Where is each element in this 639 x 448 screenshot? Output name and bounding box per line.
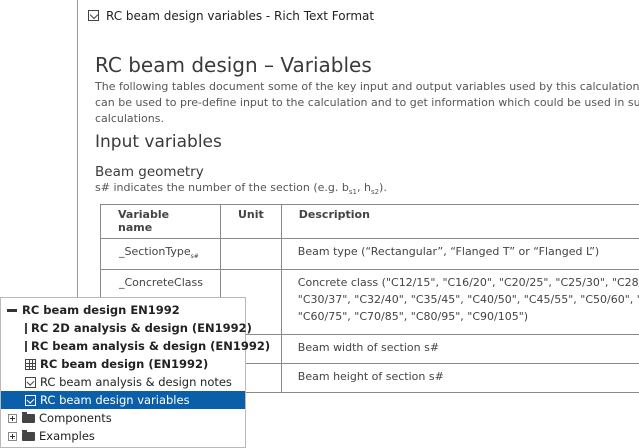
subsection-heading: Beam geometry	[95, 164, 204, 180]
description-line: Beam width of section s#	[297, 341, 440, 355]
calculation-tree: RC beam design EN1992 RC 2D analysis & d…	[0, 297, 270, 448]
document-icon	[25, 394, 36, 406]
intro-line: can be used to pre-define input to the c…	[95, 96, 639, 109]
variable-name-cell: _SectionTypes#	[100, 237, 221, 271]
folder-icon	[22, 411, 35, 423]
tree-folder-label: Components	[39, 411, 112, 425]
tree-item-rc-beam-design-variables[interactable]: RC beam design variables	[1, 391, 245, 409]
tree-item-rc-beam-notes[interactable]: RC beam analysis & design notes	[1, 373, 245, 391]
tree-item-label: RC 2D analysis & design (EN1992)	[31, 321, 252, 335]
variable-name: _SectionType	[119, 245, 191, 258]
tree-root-label: RC beam design EN1992	[22, 303, 180, 317]
tree-item-label: RC beam analysis & design (EN1992)	[31, 339, 271, 353]
description-cell: Beam width of section s#	[280, 334, 639, 365]
intro-paragraph: The following tables document some of th…	[95, 79, 639, 127]
collapse-icon[interactable]	[6, 306, 20, 315]
window-titlebar[interactable]: RC beam design variables - Rich Text For…	[78, 0, 639, 31]
tree-item-rc-beam-analysis-design[interactable]: RC beam analysis & design (EN1992)	[1, 337, 270, 355]
tree-folder-components[interactable]: Components	[1, 409, 245, 427]
section-note: s# indicates the number of the section (…	[95, 181, 387, 196]
expand-icon[interactable]	[8, 431, 17, 441]
column-header: Variable name	[100, 204, 221, 239]
document-icon	[88, 10, 99, 21]
table-row: _SectionTypes# Beam type (“Rectangular”,…	[100, 237, 639, 271]
unit-cell	[220, 237, 282, 271]
folder-icon	[22, 429, 35, 441]
tree-item-label: RC beam design variables	[40, 393, 190, 407]
description-line: "C30/37", "C32/40", "C35/45", "C40/50", …	[297, 293, 639, 307]
grid-icon	[25, 340, 27, 352]
document-heading: RC beam design – Variables	[95, 53, 372, 77]
tree-item-label: RC beam design (EN1992)	[40, 357, 209, 371]
description-line: Concrete class ("C12/15", "C16/20", "C20…	[297, 276, 639, 290]
note-text: ).	[379, 181, 387, 194]
document-icon	[25, 376, 36, 388]
note-text: s# indicates the number of the section (…	[95, 181, 349, 194]
note-subscript: s1	[348, 188, 357, 197]
description-cell: Beam height of section s#	[280, 363, 639, 394]
tree-folder-examples[interactable]: Examples	[1, 427, 245, 445]
tree-item-label: RC beam analysis & design notes	[40, 375, 232, 389]
tree-root[interactable]: RC beam design EN1992	[1, 301, 245, 319]
description-cell: Concrete class ("C12/15", "C16/20", "C20…	[280, 269, 639, 336]
column-header: Description	[280, 204, 639, 239]
variable-subscript: s#	[190, 253, 199, 261]
tree-item-rc-2d-analysis-design[interactable]: RC 2D analysis & design (EN1992)	[1, 319, 252, 337]
tree-folder-label: Examples	[39, 429, 95, 443]
description-line: "C60/75", "C70/85", "C80/95", "C90/105")	[297, 310, 529, 324]
description-line: Beam height of section s#	[297, 370, 444, 384]
grid-icon	[25, 358, 36, 370]
intro-line: calculations.	[95, 112, 164, 125]
grid-icon	[25, 322, 27, 334]
tree-item-rc-beam-design[interactable]: RC beam design (EN1992)	[1, 355, 245, 373]
variable-name: _ConcreteClass	[119, 276, 203, 290]
note-text: , h	[356, 181, 371, 194]
window-title: RC beam design variables - Rich Text For…	[106, 8, 375, 23]
note-subscript: s2	[370, 188, 380, 197]
description-line: Beam type (“Rectangular”, “Flanged T” or…	[297, 245, 600, 258]
section-heading: Input variables	[95, 132, 222, 152]
column-header: Unit	[220, 204, 282, 239]
expand-icon[interactable]	[8, 413, 17, 423]
description-cell: Beam type (“Rectangular”, “Flanged T” or…	[280, 237, 639, 271]
intro-line: The following tables document some of th…	[95, 80, 639, 93]
table-header-row: Variable name Unit Description	[100, 204, 639, 239]
